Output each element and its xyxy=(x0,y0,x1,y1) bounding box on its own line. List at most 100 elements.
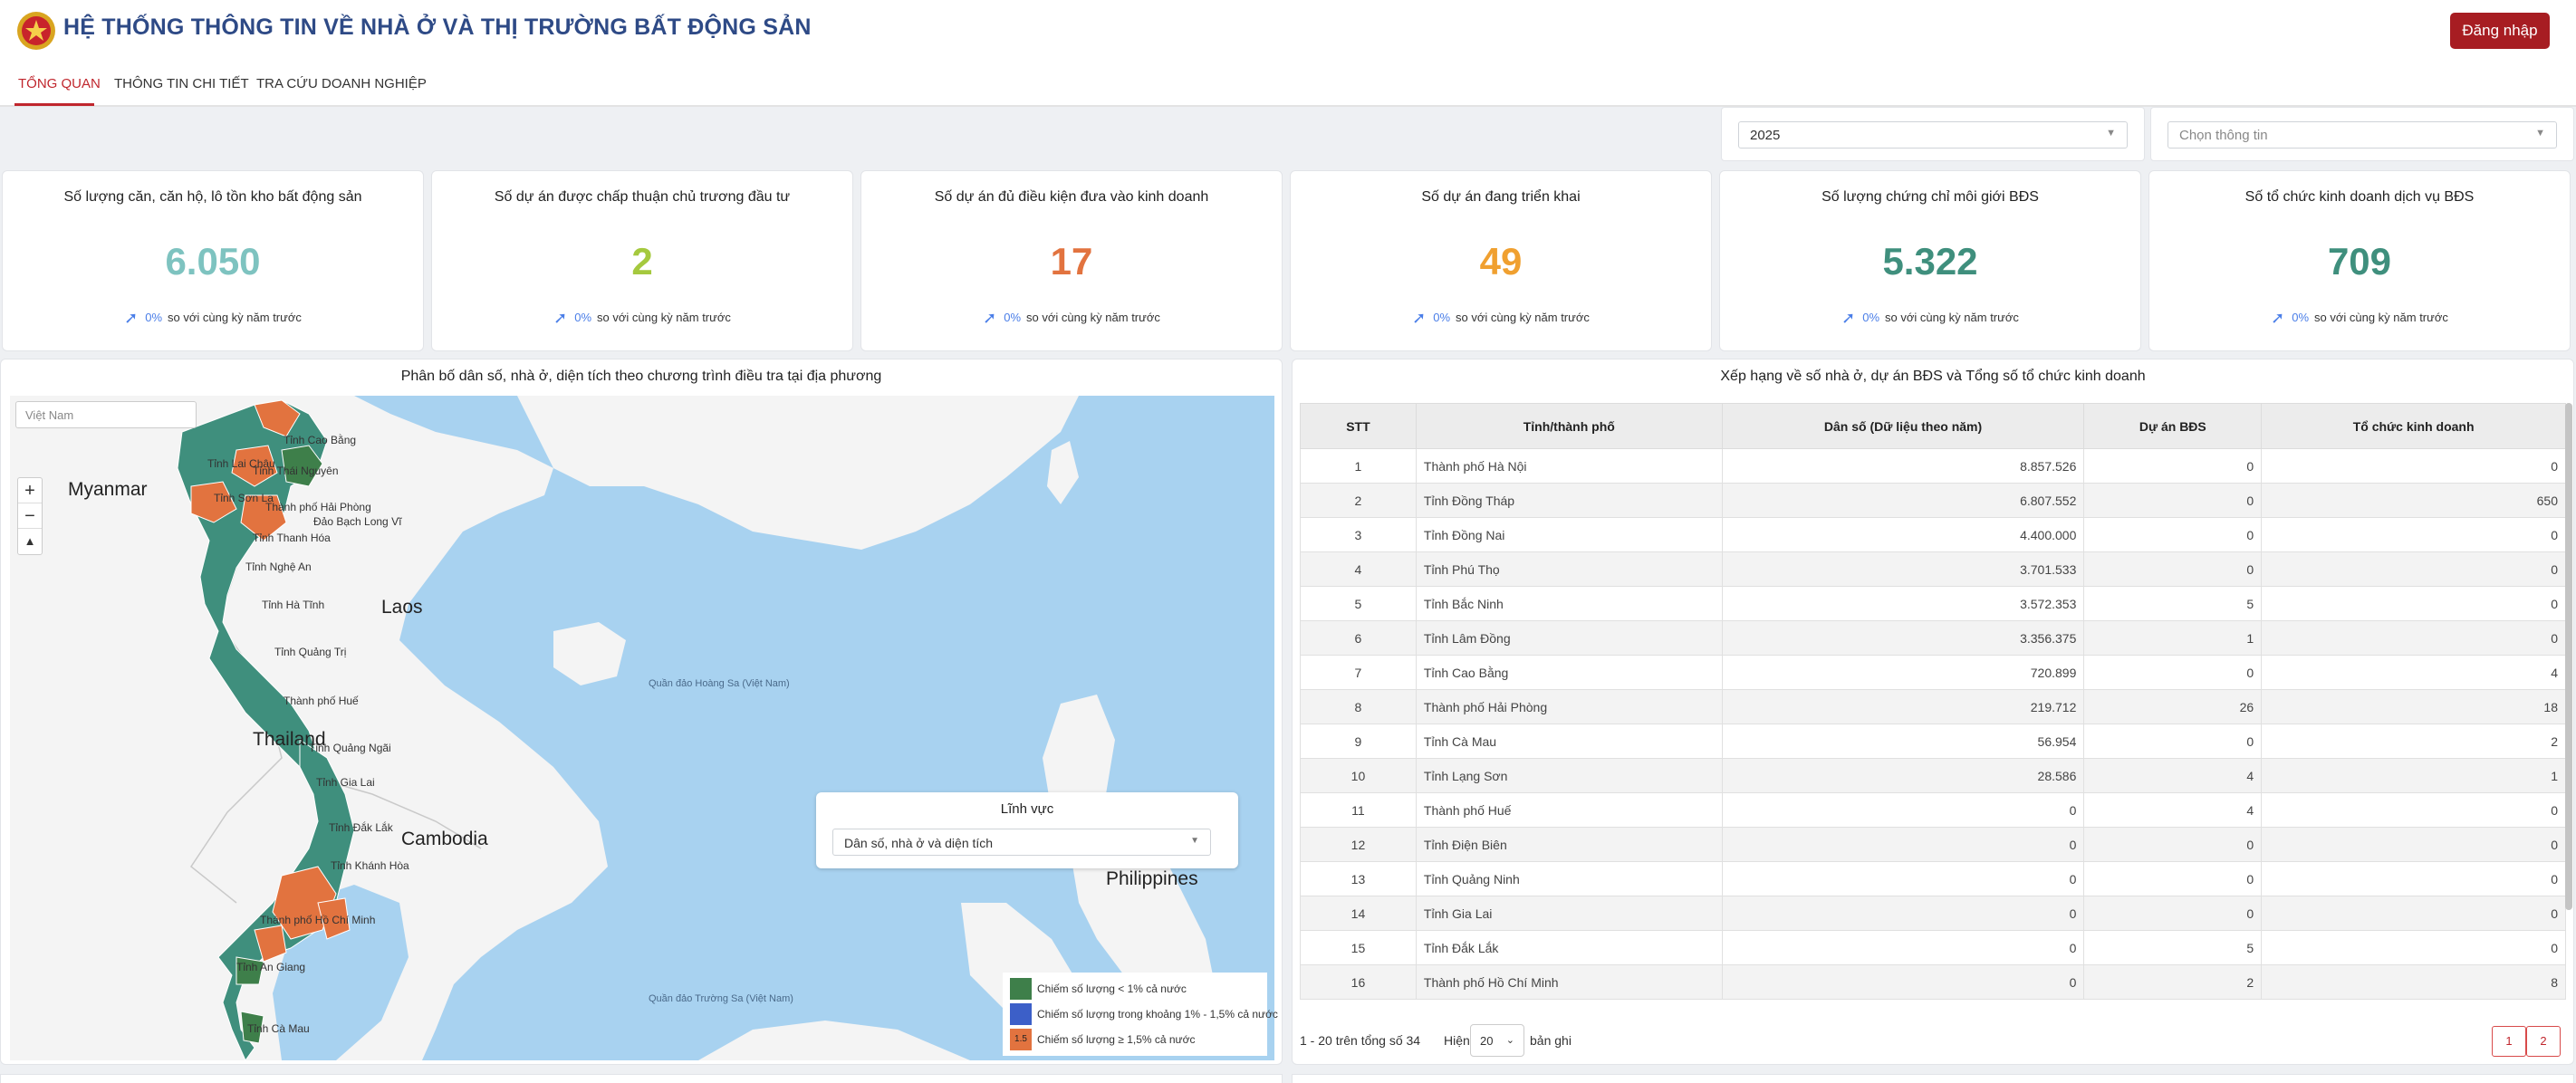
cell-province: Thành phố Huế xyxy=(1415,792,1723,828)
login-button[interactable]: Đăng nhập xyxy=(2450,13,2550,49)
zoom-in-button[interactable]: + xyxy=(18,478,42,503)
zoom-out-button[interactable]: − xyxy=(18,503,42,529)
cell-province: Tỉnh Gia Lai xyxy=(1415,896,1723,931)
table-row[interactable]: 3 Tỉnh Đồng Nai 4.400.000 0 0 xyxy=(1300,517,2566,552)
table-row[interactable]: 10 Tỉnh Lạng Sơn 28.586 4 1 xyxy=(1300,758,2566,793)
stat-value: 5.322 xyxy=(1882,240,1978,283)
table-row[interactable]: 13 Tỉnh Quảng Ninh 0 0 0 xyxy=(1300,861,2566,896)
stat-change: ➚ 0% so với cùng kỳ năm trước xyxy=(432,309,852,328)
table-row[interactable]: 4 Tỉnh Phú Thọ 3.701.533 0 0 xyxy=(1300,551,2566,587)
tab-business-lookup[interactable]: TRA CỨU DOANH NGHIỆP xyxy=(256,76,427,91)
region-select[interactable]: Việt Nam xyxy=(15,401,197,428)
cell-organizations: 4 xyxy=(2261,655,2566,690)
cell-projects: 0 xyxy=(2083,517,2263,552)
col-header-population[interactable]: Dân số (Dữ liệu theo năm) xyxy=(1721,403,2085,449)
compass-reset-icon[interactable]: ▲ xyxy=(18,529,42,554)
cell-population: 4.400.000 xyxy=(1721,517,2085,552)
table-row[interactable]: 16 Thành phố Hồ Chí Minh 0 2 8 xyxy=(1300,964,2566,1000)
cell-stt: 15 xyxy=(1300,930,1417,965)
field-select[interactable]: Dân số, nhà ở và diện tích ▼ xyxy=(832,829,1211,856)
cell-organizations: 0 xyxy=(2261,827,2566,862)
cell-population: 720.899 xyxy=(1721,655,2085,690)
stat-title: Số dự án đủ điều kiện đưa vào kinh doanh xyxy=(934,189,1209,205)
cell-organizations: 18 xyxy=(2261,689,2566,724)
cell-stt: 3 xyxy=(1300,517,1417,552)
stat-title: Số tổ chức kinh doanh dịch vụ BĐS xyxy=(2244,189,2475,205)
stat-change: ➚ 0% so với cùng kỳ năm trước xyxy=(1720,309,2140,328)
cell-stt: 7 xyxy=(1300,655,1417,690)
cell-province: Tỉnh Quảng Ninh xyxy=(1415,861,1723,896)
ranking-table-wrap: STT Tỉnh/thành phố Dân số (Dữ liệu theo … xyxy=(1300,403,2566,1019)
col-header-projects[interactable]: Dự án BĐS xyxy=(2083,403,2263,449)
cell-province: Tỉnh Điện Biên xyxy=(1415,827,1723,862)
cell-organizations: 0 xyxy=(2261,792,2566,828)
year-select[interactable]: 2025 ▼ xyxy=(1738,121,2128,149)
pager-range: 1 - 20 trên tổng số 34 xyxy=(1300,1033,1421,1048)
province-label: Đảo Bạch Long Vĩ xyxy=(313,515,402,528)
cell-projects: 26 xyxy=(2083,689,2263,724)
table-row[interactable]: 9 Tỉnh Cà Mau 56.954 0 2 xyxy=(1300,724,2566,759)
legend-item: Chiếm số lượng trong khoảng 1% - 1,5% cả… xyxy=(1006,1002,1278,1027)
table-row[interactable]: 7 Tỉnh Cao Bằng 720.899 0 4 xyxy=(1300,655,2566,690)
cell-organizations: 1 xyxy=(2261,758,2566,793)
table-row[interactable]: 11 Thành phố Huế 0 4 0 xyxy=(1300,792,2566,828)
tab-overview[interactable]: TỔNG QUAN xyxy=(18,76,101,91)
page-button-2[interactable]: 2 xyxy=(2526,1026,2561,1057)
country-label: Myanmar xyxy=(68,479,148,500)
country-label: Cambodia xyxy=(401,829,488,849)
col-header-province[interactable]: Tỉnh/thành phố xyxy=(1415,403,1723,449)
cell-organizations: 0 xyxy=(2261,586,2566,621)
cell-population: 0 xyxy=(1721,964,2085,1000)
legend-item: 1.5 Chiếm số lượng ≥ 1,5% cả nước xyxy=(1006,1027,1264,1052)
pager-show-label: Hiện xyxy=(1443,1033,1470,1048)
sea-label: Quần đảo Hoàng Sa (Việt Nam) xyxy=(649,678,790,689)
cell-projects: 0 xyxy=(2083,448,2263,484)
stat-card: Số dự án đủ điều kiện đưa vào kinh doanh… xyxy=(860,170,1283,351)
table-row[interactable]: 1 Thành phố Hà Nội 8.857.526 0 0 xyxy=(1300,448,2566,484)
stat-change-percent: 0% xyxy=(1433,311,1451,324)
page-button-1[interactable]: 1 xyxy=(2492,1026,2526,1057)
cell-province: Tỉnh Cà Mau xyxy=(1415,724,1723,759)
cell-stt: 8 xyxy=(1300,689,1417,724)
cell-province: Tỉnh Bắc Ninh xyxy=(1415,586,1723,621)
table-row[interactable]: 14 Tỉnh Gia Lai 0 0 0 xyxy=(1300,896,2566,931)
map-view[interactable]: Việt Nam + − ▲ Myanmar Laos Thailand Cam… xyxy=(10,396,1274,1060)
cell-province: Tỉnh Phú Thọ xyxy=(1415,551,1723,587)
info-filter-card: Chọn thông tin ▼ xyxy=(2150,107,2574,161)
cell-stt: 16 xyxy=(1300,964,1417,1000)
cell-stt: 12 xyxy=(1300,827,1417,862)
map-panel-title: Phân bố dân số, nhà ở, diện tích theo ch… xyxy=(400,369,882,384)
ranking-table: STT Tỉnh/thành phố Dân số (Dữ liệu theo … xyxy=(1300,403,2566,1000)
cell-organizations: 0 xyxy=(2261,448,2566,484)
cell-organizations: 8 xyxy=(2261,964,2566,1000)
col-header-stt[interactable]: STT xyxy=(1300,403,1417,449)
legend-swatch xyxy=(1010,1003,1032,1025)
cell-projects: 5 xyxy=(2083,586,2263,621)
cell-province: Tỉnh Cao Bằng xyxy=(1415,655,1723,690)
cell-province: Tỉnh Lâm Đồng xyxy=(1415,620,1723,656)
stat-change: ➚ 0% so với cùng kỳ năm trước xyxy=(3,309,423,328)
borneo-land xyxy=(698,1021,970,1060)
stat-change-note: so với cùng kỳ năm trước xyxy=(597,311,731,324)
trend-up-icon: ➚ xyxy=(2271,309,2285,327)
table-scrollbar[interactable] xyxy=(2565,403,2572,910)
col-header-organizations[interactable]: Tổ chức kinh doanh xyxy=(2261,403,2566,449)
table-row[interactable]: 6 Tỉnh Lâm Đồng 3.356.375 1 0 xyxy=(1300,620,2566,656)
table-row[interactable]: 5 Tỉnh Bắc Ninh 3.572.353 5 0 xyxy=(1300,586,2566,621)
province-label: Tỉnh Quảng Trị xyxy=(274,646,347,658)
page-size-select[interactable]: 20 ⌄ xyxy=(1470,1024,1524,1057)
province-label: Tỉnh Hà Tĩnh xyxy=(262,599,325,611)
stat-card: Số dự án đang triển khai 49 ➚ 0% so với cùng… xyxy=(1290,170,1712,351)
table-row[interactable]: 12 Tỉnh Điện Biên 0 0 0 xyxy=(1300,827,2566,862)
info-select[interactable]: Chọn thông tin ▼ xyxy=(2167,121,2557,149)
info-select-placeholder: Chọn thông tin xyxy=(2179,128,2268,143)
ranking-panel: Xếp hạng về số nhà ở, dự án BĐS và Tổng … xyxy=(1292,359,2574,1065)
taiwan-island xyxy=(1047,441,1079,504)
table-row[interactable]: 2 Tỉnh Đồng Tháp 6.807.552 0 650 xyxy=(1300,483,2566,518)
table-row[interactable]: 15 Tỉnh Đắk Lắk 0 5 0 xyxy=(1300,930,2566,965)
cell-province: Tỉnh Đắk Lắk xyxy=(1415,930,1723,965)
tab-details[interactable]: THÔNG TIN CHI TIẾT xyxy=(114,76,249,91)
legend-swatch: 1.5 xyxy=(1010,1029,1032,1050)
table-row[interactable]: 8 Thành phố Hải Phòng 219.712 26 18 xyxy=(1300,689,2566,724)
field-label: Lĩnh vực xyxy=(1000,801,1054,817)
